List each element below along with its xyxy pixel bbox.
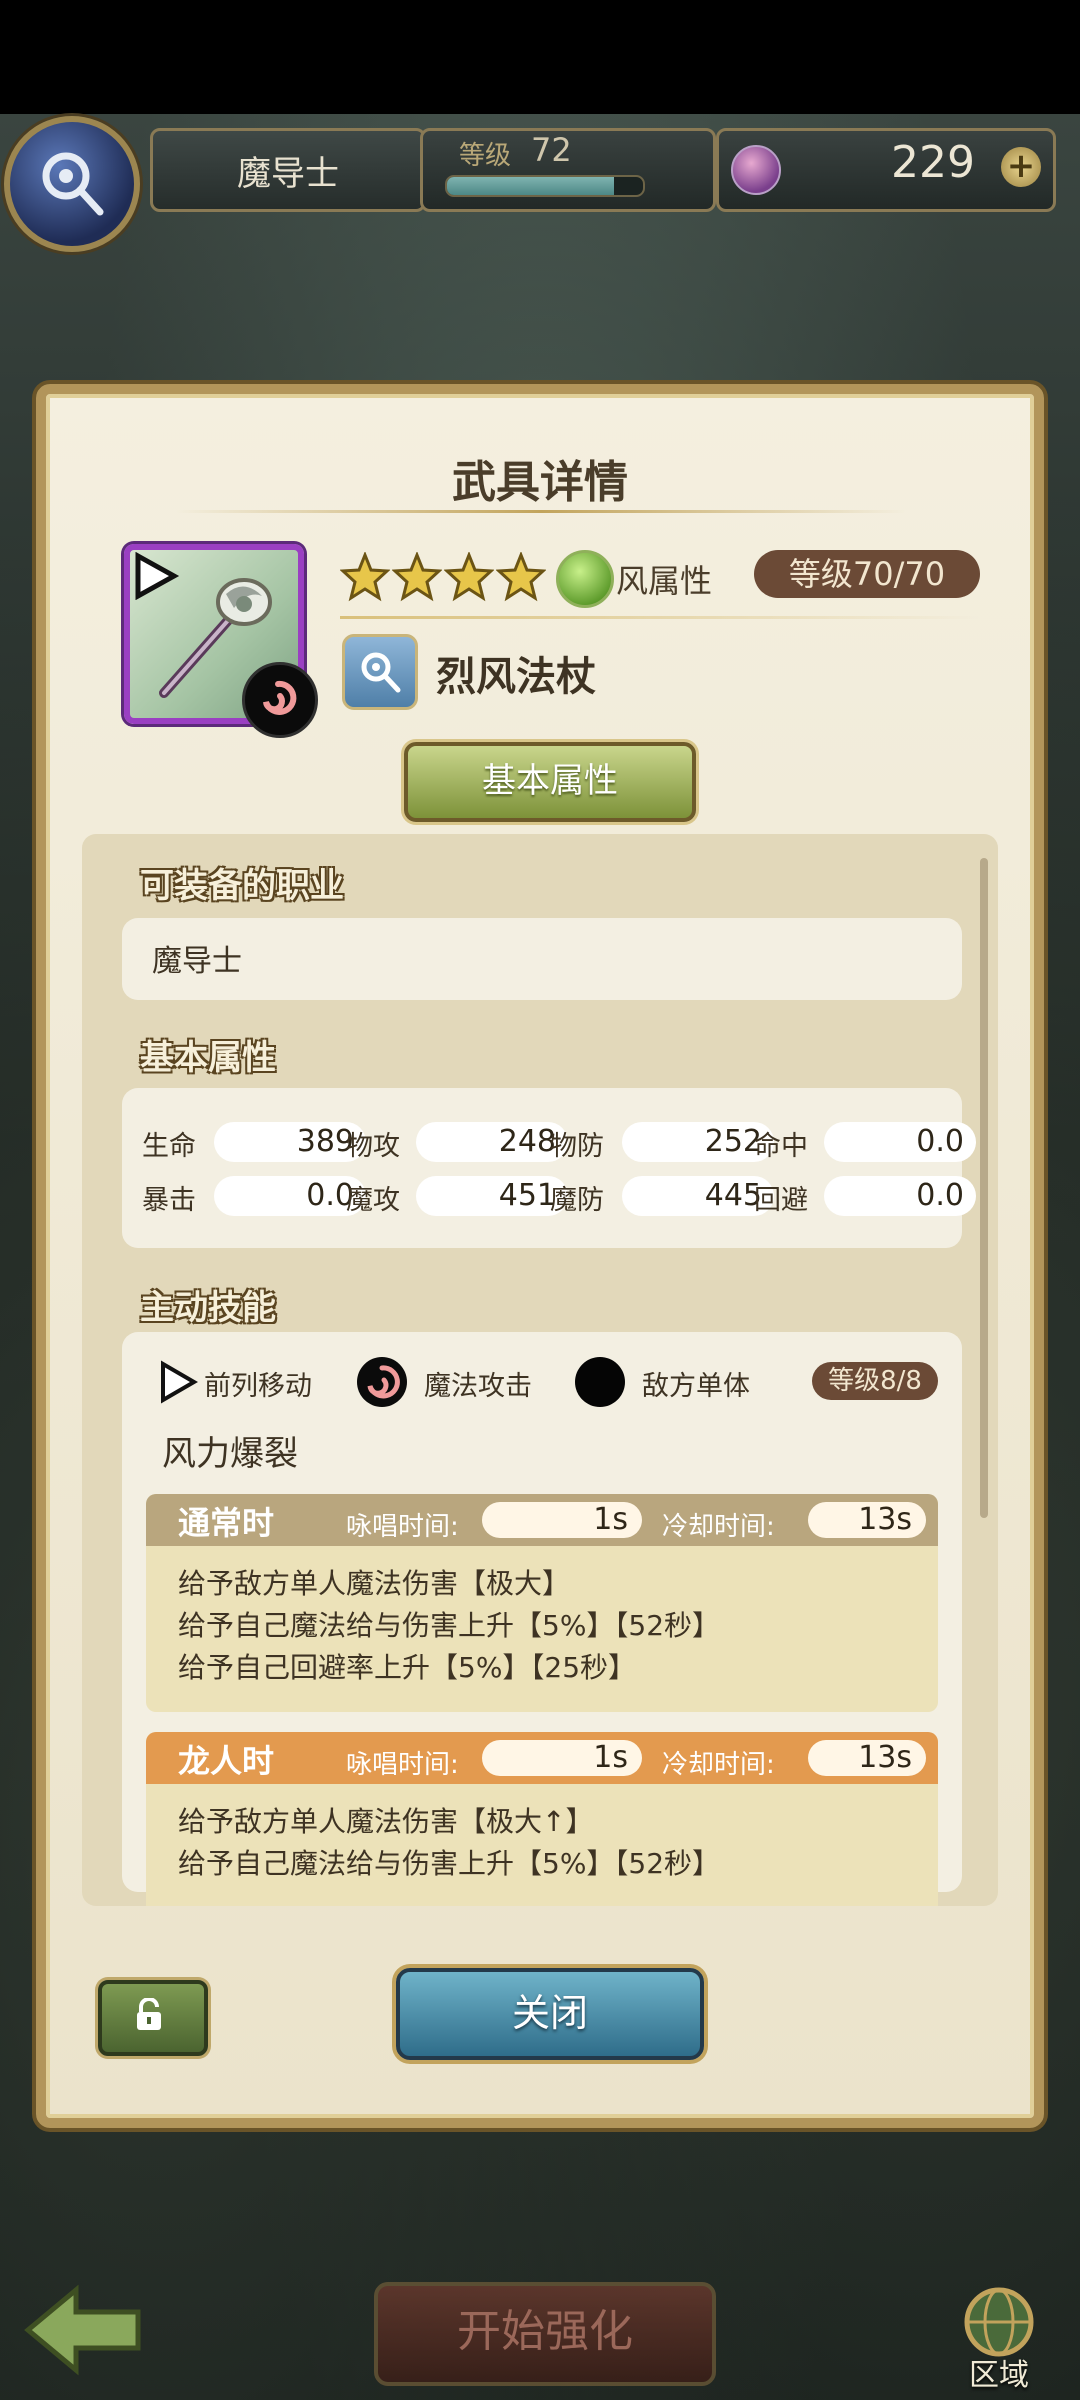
- close-button[interactable]: 关闭: [396, 1968, 704, 2060]
- weapon-detail-dialog: 武具详情 风属性 等级70/70 烈风法杖 基本属性 可装备的职业 魔导士 基本…: [36, 384, 1044, 2128]
- mode-name: 通常时: [178, 1504, 275, 1542]
- skills-section-title: 主动技能: [140, 1288, 276, 1328]
- gem-count: 229: [891, 137, 975, 188]
- skill-mode-normal: 通常时 咏唱时间: 1s 冷却时间: 13s 给予敌方单人魔法伤害【极大】 给予…: [146, 1494, 938, 1712]
- magic-swirl-icon: [263, 680, 297, 715]
- weapon-name: 烈风法杖: [436, 654, 596, 700]
- skill-tag: 魔法攻击: [424, 1371, 532, 1402]
- weapon-level-badge: 等级70/70: [754, 550, 980, 598]
- cooldown-value: 13s: [808, 1740, 926, 1776]
- jobs-box: 魔导士: [122, 918, 962, 1000]
- start-enhance-button[interactable]: 开始强化: [374, 2282, 716, 2386]
- dialog-title: 武具详情: [452, 457, 628, 508]
- stat-label: 命中: [754, 1131, 808, 1162]
- magic-attack-icon: [357, 1357, 407, 1407]
- stat-label: 魔防: [550, 1185, 604, 1216]
- stats-section-title: 基本属性: [140, 1038, 276, 1078]
- class-name-plate: 魔导士: [150, 128, 426, 212]
- job-value: 魔导士: [152, 944, 242, 979]
- stats-box: 生命 389 物攻 248 物防 252 命中 0.0 暴击 0.0 魔攻 45…: [122, 1088, 976, 1248]
- stat-label: 魔攻: [346, 1185, 400, 1216]
- wind-element-icon: [556, 550, 614, 608]
- cooldown-value: 13s: [808, 1502, 926, 1538]
- unlock-icon: [137, 1998, 161, 2030]
- info-divider: [340, 616, 980, 619]
- star-icon: [340, 552, 390, 602]
- stat-label: 回避: [754, 1185, 808, 1216]
- skill-mode-dragon: 龙人时 咏唱时间: 1s 冷却时间: 13s 给予敌方单人魔法伤害【极大↑】 给…: [146, 1732, 938, 1906]
- add-gems-button[interactable]: +: [1001, 147, 1041, 187]
- cast-label: 咏唱时间:: [346, 1512, 459, 1542]
- mode-header: 通常时 咏唱时间: 1s 冷却时间: 13s: [146, 1494, 938, 1546]
- mode-header: 龙人时 咏唱时间: 1s 冷却时间: 13s: [146, 1732, 938, 1784]
- single-enemy-icon: [575, 1357, 625, 1407]
- stat-label: 暴击: [142, 1185, 196, 1216]
- stat-value-mdef: 445: [622, 1176, 774, 1216]
- exp-bar-fill: [447, 177, 614, 195]
- status-bar: [0, 0, 1080, 114]
- skill-effect-line: 给予自己魔法给与伤害上升【5%】【52秒】: [178, 1847, 721, 1880]
- class-badge[interactable]: [4, 116, 140, 252]
- skill-level-badge: 等级8/8: [812, 1362, 938, 1400]
- exp-bar: [445, 175, 645, 197]
- level-label: 等级: [459, 141, 512, 171]
- cast-label: 咏唱时间:: [346, 1750, 459, 1780]
- panel-scrollbar[interactable]: [980, 858, 988, 1518]
- star-icon: [392, 552, 442, 602]
- star-icon: [496, 552, 546, 602]
- stat-value-pdef: 252: [622, 1122, 774, 1162]
- gem-plate: 229 +: [716, 128, 1056, 212]
- cooldown-label: 冷却时间:: [662, 1750, 775, 1780]
- star-icon: [444, 552, 494, 602]
- stat-value-matk: 451: [416, 1176, 568, 1216]
- element-label: 风属性: [616, 562, 713, 600]
- lock-button[interactable]: [98, 1980, 208, 2056]
- stat-label: 生命: [142, 1131, 196, 1162]
- rarity-stars: [340, 552, 546, 602]
- stat-value-crit: 0.0: [214, 1176, 366, 1216]
- region-button[interactable]: 区域: [944, 2280, 1054, 2393]
- skill-effect-line: 给予自己回避率上升【5%】【25秒】: [178, 1651, 637, 1684]
- skill-name: 风力爆裂: [162, 1434, 298, 1474]
- gem-icon: [731, 145, 781, 195]
- skill-effect-line: 给予敌方单人魔法伤害【极大↑】: [178, 1805, 594, 1838]
- mode-name: 龙人时: [178, 1742, 275, 1780]
- stat-value-patk: 248: [416, 1122, 568, 1162]
- region-label: 区域: [969, 2358, 1029, 2393]
- level-value: 72: [531, 131, 572, 169]
- stat-label: 物防: [550, 1131, 604, 1162]
- attributes-panel[interactable]: 可装备的职业 魔导士 基本属性 生命 389 物攻 248 物防 252 命中 …: [82, 834, 998, 1906]
- staff-type-icon: [361, 652, 401, 693]
- active-skill-box: 前列移动 魔法攻击 敌方单体 等级8/8 风力爆裂 通常时 咏唱时间: 1s 冷…: [122, 1332, 962, 1906]
- stat-value-evade: 0.0: [824, 1176, 976, 1216]
- front-move-icon: [161, 1360, 198, 1404]
- title-divider: [176, 510, 906, 513]
- magic-attack-badge: [242, 662, 318, 738]
- basic-attributes-tab[interactable]: 基本属性: [404, 742, 696, 822]
- skill-tag: 敌方单体: [642, 1371, 750, 1402]
- staff-class-icon: [42, 152, 104, 216]
- skill-effect-line: 给予敌方单人魔法伤害【极大】: [178, 1567, 571, 1600]
- weapon-thumbnail: [124, 544, 318, 738]
- weapon-type-icon: [342, 634, 418, 710]
- cast-time-value: 1s: [482, 1740, 642, 1776]
- stat-value-hp: 389: [214, 1122, 366, 1162]
- player-level-plate: 等级 72: [420, 128, 716, 212]
- stat-value-hit: 0.0: [824, 1122, 976, 1162]
- back-arrow-button[interactable]: [22, 2282, 146, 2378]
- cast-time-value: 1s: [482, 1502, 642, 1538]
- skill-tag: 前列移动: [204, 1371, 312, 1402]
- cooldown-label: 冷却时间:: [662, 1512, 775, 1542]
- skill-effect-line: 给予自己魔法给与伤害上升【5%】【52秒】: [178, 1609, 721, 1642]
- jobs-section-title: 可装备的职业: [140, 866, 344, 906]
- stat-label: 物攻: [346, 1131, 400, 1162]
